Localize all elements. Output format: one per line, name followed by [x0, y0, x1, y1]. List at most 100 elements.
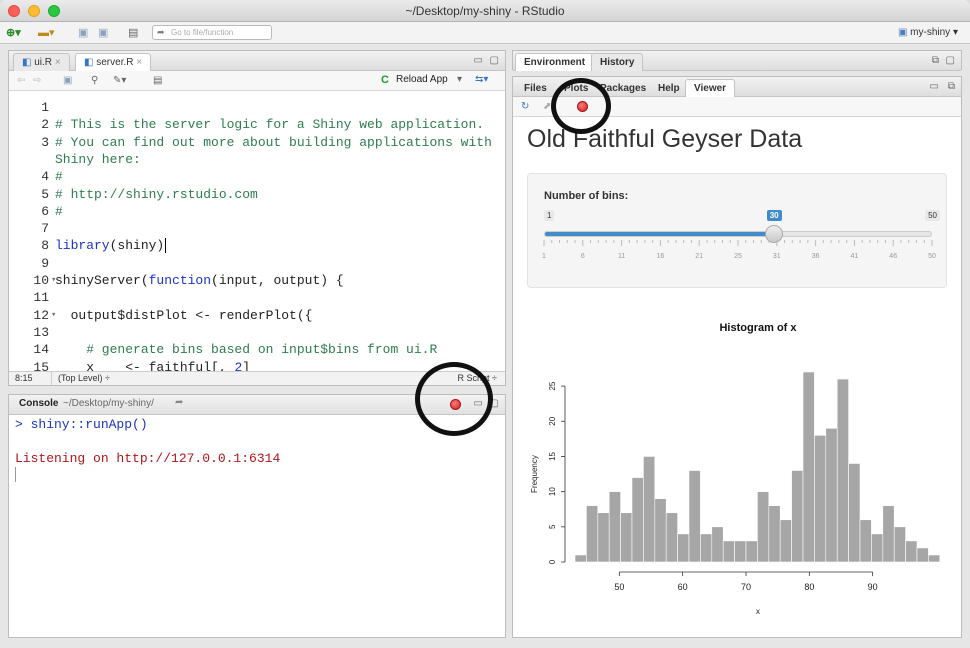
close-tab-icon[interactable]: ×	[55, 57, 61, 68]
histogram-bar	[620, 512, 633, 563]
tab-label: Viewer	[694, 83, 727, 94]
save-all-icon[interactable]: ▣	[98, 26, 108, 40]
title-bar: ~/Desktop/my-shiny - RStudio	[0, 0, 970, 22]
forward-icon[interactable]: ⇨	[33, 75, 41, 86]
y-tick-label: 25	[548, 381, 557, 390]
new-file-icon[interactable]: ⊕▾	[6, 26, 21, 40]
open-folder-icon[interactable]: ▬▾	[38, 26, 55, 40]
save-icon[interactable]: ▣	[63, 75, 72, 86]
r-file-icon: ◧	[84, 57, 94, 68]
chevron-down-icon[interactable]: ▾	[457, 74, 462, 85]
code-line: 10 ▾ shinyServer(function(input, output) {	[9, 272, 505, 289]
refresh-icon[interactable]: ↻	[521, 101, 529, 112]
goto-dir-icon[interactable]: ➦	[175, 397, 183, 408]
back-icon[interactable]: ⇦	[17, 75, 25, 86]
line-number: 14	[33, 342, 49, 358]
code-line: 2 # This is the server logic for a Shiny …	[9, 116, 505, 133]
line-number: 9	[41, 255, 49, 271]
x-tick-label: 60	[678, 582, 688, 592]
tab-files[interactable]: Files	[515, 79, 556, 97]
code-line: 14 # generate bins based on input$bins f…	[9, 341, 505, 358]
search-icon[interactable]: ⚲	[91, 75, 98, 86]
tab-server-r[interactable]: ◧ server.R ×	[75, 53, 152, 71]
code-line: 13	[9, 324, 505, 341]
x-tick-label: 70	[741, 582, 751, 592]
histogram-bar	[859, 519, 872, 563]
slider-min-label: 1	[544, 210, 555, 221]
rstudio-window: ~/Desktop/my-shiny - RStudio ⊕▾ ▬▾ ▣ ▣ ▤…	[0, 0, 970, 648]
histogram-bar	[586, 505, 599, 563]
slider-ticks: 1 6 11 16 21 25 31 36 41 46 50	[542, 240, 936, 260]
code-text: shinyServer(function(input, output) {	[55, 273, 344, 288]
slider-panel: Number of bins: 1 50 30 1 6 11 16 21 25 31 36 41…	[527, 173, 947, 288]
cursor-position: 8:15	[15, 373, 33, 383]
histogram-bar	[688, 470, 701, 563]
line-number: 11	[33, 290, 49, 306]
r-file-icon: ◧	[22, 57, 32, 68]
slider-tick-label: 21	[695, 253, 703, 260]
editor-toolbar: ⇦ ⇨ ▣ ⚲ ✎▾ ▤ C Reload App ▾ ⇆▾	[9, 71, 505, 91]
project-icon: ▣	[897, 27, 908, 38]
maximize-pane-icon[interactable]: ▢	[946, 55, 955, 66]
project-name: my-shiny	[910, 27, 951, 38]
zoom-window-button[interactable]	[48, 5, 60, 17]
code-area[interactable]: 1 2 # This is the server logic for a Shiny…	[9, 91, 505, 381]
print-icon[interactable]: ▤	[128, 26, 138, 40]
tab-label: server.R	[96, 57, 134, 68]
histogram-bar	[836, 378, 849, 563]
code-text: output$distPlot <- renderPlot({	[55, 307, 313, 323]
histogram-bar	[779, 519, 792, 563]
slider-track[interactable]	[544, 231, 932, 237]
goto-file-input[interactable]: ➦ Go to file/function	[152, 25, 272, 40]
chart-title: Histogram of x	[719, 322, 797, 334]
x-tick-label: 90	[868, 582, 878, 592]
minimize-pane-icon[interactable]: ▭	[930, 81, 939, 92]
histogram-bar	[574, 554, 587, 563]
tab-ui-r[interactable]: ◧ ui.R ×	[13, 53, 70, 71]
code-line: 7	[9, 220, 505, 237]
minimize-pane-icon[interactable]: ▭	[474, 55, 483, 66]
minimize-window-button[interactable]	[28, 5, 40, 17]
save-icon[interactable]: ▣	[78, 26, 88, 40]
histogram-bar	[768, 505, 781, 563]
tab-help[interactable]: Help	[649, 79, 689, 97]
histogram-bar	[631, 477, 644, 563]
slider-tick-label: 25	[734, 253, 742, 260]
histogram-bar	[871, 533, 884, 563]
console-cursor	[15, 467, 16, 482]
histogram-bar	[677, 533, 690, 563]
restore-pane-icon[interactable]: ⧉	[932, 55, 939, 66]
code-text: # You can find out more about building a…	[55, 134, 492, 150]
y-tick-label: 20	[548, 416, 557, 425]
wand-icon[interactable]: ✎▾	[113, 75, 126, 86]
tab-viewer[interactable]: Viewer	[685, 79, 736, 97]
slider-tick-label: 6	[581, 253, 585, 260]
maximize-pane-icon[interactable]: ▢	[490, 55, 499, 66]
histogram-bar	[654, 498, 667, 563]
highlight-circle	[551, 78, 611, 134]
close-tab-icon[interactable]: ×	[136, 57, 142, 68]
scope-selector[interactable]: (Top Level) ÷	[51, 372, 110, 385]
y-tick-label: 5	[548, 524, 557, 529]
histogram-bar	[608, 491, 621, 563]
publish-icon[interactable]: ⇆▾	[475, 74, 488, 85]
code-line: 8 library(shiny)	[9, 237, 505, 254]
code-line: 5 # http://shiny.rstudio.com	[9, 186, 505, 203]
code-text: Shiny here:	[55, 151, 141, 167]
project-menu[interactable]: ▣ my-shiny ▾	[898, 26, 958, 40]
restore-pane-icon[interactable]: ⧉	[948, 81, 955, 92]
close-window-button[interactable]	[8, 5, 20, 17]
tab-history[interactable]: History	[591, 53, 644, 71]
histogram-bar	[825, 427, 838, 563]
compile-report-icon[interactable]: ▤	[153, 75, 162, 86]
histogram-bar	[916, 547, 929, 563]
environment-tabbar: Environment History ⧉ ▢	[513, 51, 961, 71]
console-listening-message: Listening on http://127.0.0.1:6314	[15, 451, 281, 466]
tab-label: Environment	[524, 57, 586, 68]
histogram-bar	[734, 540, 747, 563]
reload-app-button[interactable]: Reload App	[396, 74, 448, 85]
line-number: 3	[41, 134, 49, 150]
tab-environment[interactable]: Environment	[515, 53, 595, 71]
slider-tick-label: 41	[851, 253, 859, 260]
console-output[interactable]: > shiny::runApp() Listening on http://12…	[9, 415, 505, 637]
